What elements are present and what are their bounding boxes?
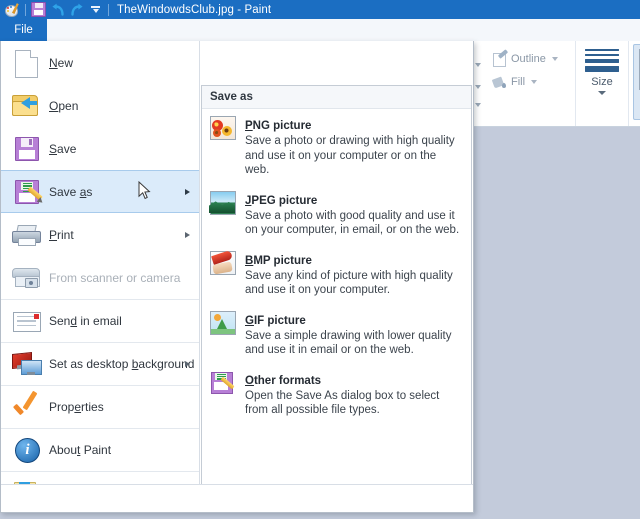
menu-item-from-scanner-or-camera-label: From scanner or camera — [49, 270, 181, 285]
save-as-other-formats-item[interactable]: Other formats Open the Save As dialog bo… — [202, 364, 471, 424]
fill-icon — [491, 75, 507, 89]
menu-item-properties-label: Properties — [49, 400, 104, 414]
chevron-right-icon — [185, 231, 190, 238]
desktop-monitors-icon — [11, 349, 42, 379]
outline-icon — [493, 48, 509, 67]
scanner-icon — [11, 263, 41, 293]
window-title: TheWindowdsClub.jpg - Paint — [117, 3, 272, 16]
menu-item-about-paint[interactable]: About Paint — [1, 428, 199, 471]
outline-label: Outline — [511, 52, 546, 65]
customize-quick-access-caret[interactable] — [86, 1, 105, 19]
chevron-right-icon — [185, 188, 190, 195]
floppy-glyph — [31, 2, 46, 17]
outline-chevron-down-icon[interactable] — [551, 56, 558, 61]
file-menu-dropdown: New Open Save Save as Print From scanner… — [0, 41, 474, 513]
tab-file[interactable]: File — [0, 19, 47, 41]
open-folder-icon — [11, 91, 41, 121]
jpeg-landscape-thumbnail — [209, 190, 236, 215]
shapes-scroll-down-icon[interactable] — [475, 85, 481, 89]
email-icon — [11, 306, 41, 336]
undo-icon[interactable] — [48, 1, 67, 19]
paint-palette-icon[interactable] — [3, 1, 22, 19]
save-as-bmp-item[interactable]: BMP picture Save any kind of picture wit… — [202, 244, 471, 304]
save-as-submenu-header: Save as — [202, 86, 471, 109]
size-lines-icon — [585, 49, 619, 72]
printer-icon — [11, 220, 41, 250]
fill-label: Fill — [511, 75, 526, 88]
undo-arrow-glyph — [51, 3, 64, 16]
save-as-other-formats-title: Other formats — [245, 374, 322, 387]
save-as-png-item[interactable]: PNG picture Save a photo or drawing with… — [202, 109, 471, 184]
file-menu-footer — [1, 484, 473, 512]
quick-access-toolbar — [0, 0, 112, 19]
size-chevron-down-icon[interactable] — [598, 91, 606, 95]
fill-button[interactable]: Fill — [491, 73, 538, 90]
info-circle-icon — [11, 435, 41, 465]
menu-item-save-label: Save — [49, 141, 77, 156]
size-label: Size — [591, 76, 613, 88]
menu-item-print[interactable]: Print — [1, 213, 199, 256]
color1-button[interactable]: Color 1 — [633, 44, 640, 120]
shapes-gallery-scroll-edge[interactable] — [473, 41, 485, 126]
save-as-png-description: Save a photo or drawing with high qualit… — [245, 135, 455, 176]
menu-item-from-scanner-or-camera: From scanner or camera — [1, 256, 199, 299]
shapes-expand-icon[interactable] — [475, 103, 481, 107]
menu-item-save-as[interactable]: Save as — [1, 170, 199, 213]
menu-item-send-in-email-label: Send in email — [49, 314, 122, 328]
chevron-right-icon — [185, 361, 190, 367]
fill-chevron-down-icon[interactable] — [531, 79, 538, 84]
save-as-gif-title: GIF picture — [245, 314, 306, 327]
save-as-jpeg-title: JPEG picture — [245, 194, 318, 207]
menu-item-open-label: Open — [49, 98, 79, 113]
bmp-brush-thumbnail — [210, 249, 236, 275]
save-icon[interactable] — [29, 1, 48, 19]
qat-separator-2 — [108, 3, 109, 16]
file-menu-list: New Open Save Save as Print From scanner… — [1, 41, 200, 511]
size-group[interactable]: Size — [576, 41, 629, 126]
chevron-down-icon — [91, 5, 100, 14]
save-as-jpeg-description: Save a photo with good quality and use i… — [245, 209, 460, 237]
png-flowers-thumbnail — [210, 116, 236, 140]
shapes-group: Outline Fill — [487, 41, 576, 126]
save-as-jpeg-item[interactable]: JPEG picture Save a photo with good qual… — [202, 184, 471, 244]
save-as-icon — [11, 177, 45, 207]
paint-palette-glyph — [5, 3, 20, 17]
menu-item-new[interactable]: New — [1, 41, 199, 84]
save-as-png-title: PNG picture — [245, 120, 312, 132]
ribbon-tab-strip: File — [0, 19, 640, 42]
menu-item-save[interactable]: Save — [1, 127, 199, 170]
redo-arrow-glyph — [70, 3, 83, 16]
colors-group: Color 1 — [629, 41, 640, 126]
menu-item-send-in-email[interactable]: Send in email — [1, 299, 199, 342]
title-bar: TheWindowdsClub.jpg - Paint — [0, 0, 640, 19]
menu-item-open[interactable]: Open — [1, 84, 199, 127]
gif-drawing-thumbnail — [210, 310, 236, 335]
menu-item-new-label: New — [49, 55, 74, 70]
menu-item-print-label: Print — [49, 227, 74, 242]
orange-check-icon — [11, 390, 41, 422]
menu-item-about-paint-label: About Paint — [49, 443, 112, 457]
redo-icon[interactable] — [67, 1, 86, 19]
save-as-bmp-description: Save any kind of picture with high quali… — [245, 269, 453, 297]
save-as-gif-description: Save a simple drawing with lower quality… — [245, 329, 452, 357]
menu-item-save-as-label: Save as — [49, 184, 93, 199]
ribbon-content: Outline Fill Size Color 1 — [473, 41, 640, 127]
menu-item-properties[interactable]: Properties — [1, 385, 199, 428]
color1-label: Color 1 — [634, 89, 640, 115]
qat-separator-1 — [25, 3, 26, 16]
menu-item-set-as-desktop-background[interactable]: Set as desktop background — [1, 342, 199, 385]
new-document-icon — [11, 48, 41, 78]
save-as-dialog-icon — [210, 370, 236, 395]
save-as-bmp-title: BMP picture — [245, 254, 312, 267]
menu-item-set-as-desktop-background-label: Set as desktop background — [49, 357, 195, 371]
floppy-disk-icon — [11, 134, 41, 164]
save-as-submenu: Save as PNG picture Save a photo or draw… — [201, 85, 472, 512]
save-as-gif-item[interactable]: GIF picture Save a simple drawing with l… — [202, 304, 471, 364]
outline-button[interactable]: Outline — [493, 48, 558, 67]
shapes-scroll-up-icon[interactable] — [475, 63, 481, 67]
save-as-other-formats-description: Open the Save As dialog box to select fr… — [245, 389, 440, 417]
